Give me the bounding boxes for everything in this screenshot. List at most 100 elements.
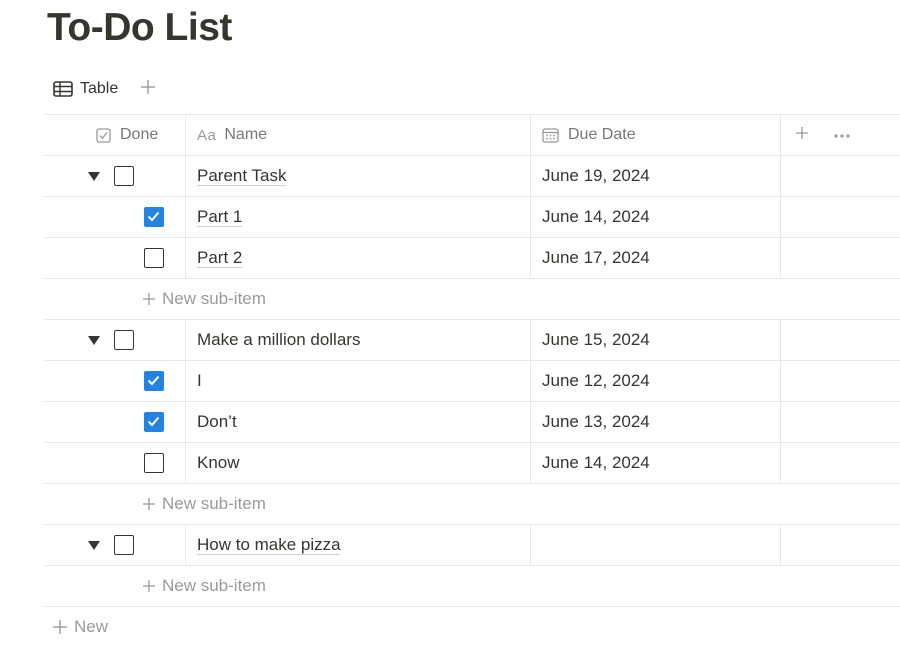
done-cell bbox=[44, 156, 185, 196]
new-sub-item-row: New sub-item bbox=[44, 278, 900, 319]
due-date: June 12, 2024 bbox=[542, 371, 650, 390]
empty-cell bbox=[780, 320, 900, 360]
done-checkbox[interactable] bbox=[144, 412, 164, 432]
due-date-cell[interactable]: June 14, 2024 bbox=[530, 197, 780, 237]
task-name[interactable]: Don’t bbox=[197, 412, 237, 432]
done-cell bbox=[44, 320, 185, 360]
done-checkbox[interactable] bbox=[144, 371, 164, 391]
calendar-icon bbox=[542, 127, 559, 143]
new-sub-item-row: New sub-item bbox=[44, 565, 900, 606]
column-label-due-date: Due Date bbox=[568, 126, 636, 143]
new-sub-item-button[interactable]: New sub-item bbox=[142, 279, 266, 319]
empty-cell bbox=[780, 402, 900, 442]
plus-icon bbox=[143, 498, 155, 510]
empty-cell bbox=[780, 525, 900, 565]
task-name[interactable]: How to make pizza bbox=[197, 535, 341, 555]
expand-toggle[interactable] bbox=[87, 169, 101, 183]
checkbox-property-icon bbox=[96, 127, 111, 143]
new-sub-item-row: New sub-item bbox=[44, 483, 900, 524]
plus-icon bbox=[143, 293, 155, 305]
tab-label: Table bbox=[80, 80, 119, 97]
triangle-down-icon bbox=[88, 336, 100, 345]
done-checkbox[interactable] bbox=[114, 330, 134, 350]
table-row[interactable]: How to make pizza bbox=[44, 524, 900, 565]
name-cell[interactable]: Don’t bbox=[185, 402, 530, 442]
name-cell[interactable]: Part 1 bbox=[185, 197, 530, 237]
due-date: June 13, 2024 bbox=[542, 412, 650, 431]
ellipsis-icon bbox=[834, 134, 850, 138]
done-cell bbox=[44, 361, 185, 401]
more-options-button[interactable] bbox=[833, 126, 851, 144]
done-cell bbox=[44, 197, 185, 237]
table-row[interactable]: Know June 14, 2024 bbox=[44, 442, 900, 483]
task-name[interactable]: I bbox=[197, 371, 202, 391]
due-date-cell[interactable]: June 15, 2024 bbox=[530, 320, 780, 360]
done-checkbox[interactable] bbox=[144, 453, 164, 473]
name-cell[interactable]: Parent Task bbox=[185, 156, 530, 196]
task-name[interactable]: Make a million dollars bbox=[197, 330, 360, 350]
name-cell[interactable]: I bbox=[185, 361, 530, 401]
table-row[interactable]: Part 2 June 17, 2024 bbox=[44, 237, 900, 278]
task-table: Done Aa Name Due Date Parent Task June 1… bbox=[44, 114, 900, 646]
table-row[interactable]: Make a million dollars June 15, 2024 bbox=[44, 319, 900, 360]
due-date-cell[interactable]: June 13, 2024 bbox=[530, 402, 780, 442]
due-date: June 17, 2024 bbox=[542, 248, 650, 267]
table-row[interactable]: I June 12, 2024 bbox=[44, 360, 900, 401]
table-row[interactable]: Don’t June 13, 2024 bbox=[44, 401, 900, 442]
new-row: New bbox=[44, 606, 900, 646]
view-tabs: Table bbox=[47, 74, 158, 104]
name-cell[interactable]: Make a million dollars bbox=[185, 320, 530, 360]
task-name[interactable]: Know bbox=[197, 453, 240, 473]
due-date: June 14, 2024 bbox=[542, 207, 650, 226]
task-name[interactable]: Part 1 bbox=[197, 207, 242, 227]
done-cell bbox=[44, 238, 185, 278]
due-date-cell[interactable]: June 19, 2024 bbox=[530, 156, 780, 196]
done-checkbox[interactable] bbox=[144, 248, 164, 268]
name-cell[interactable]: Part 2 bbox=[185, 238, 530, 278]
checkmark-icon bbox=[147, 211, 160, 222]
expand-toggle[interactable] bbox=[87, 538, 101, 552]
empty-cell bbox=[780, 443, 900, 483]
page-title: To-Do List bbox=[47, 6, 232, 49]
column-header-done[interactable]: Done bbox=[44, 115, 185, 155]
new-sub-item-label: New sub-item bbox=[162, 576, 266, 595]
table-row[interactable]: Part 1 June 14, 2024 bbox=[44, 196, 900, 237]
column-header-name[interactable]: Aa Name bbox=[185, 115, 530, 155]
task-name[interactable]: Parent Task bbox=[197, 166, 286, 186]
empty-cell bbox=[780, 156, 900, 196]
checkmark-icon bbox=[147, 375, 160, 386]
column-header-actions bbox=[780, 115, 900, 155]
due-date-cell[interactable] bbox=[530, 525, 780, 565]
table-row[interactable]: Parent Task June 19, 2024 bbox=[44, 155, 900, 196]
name-cell[interactable]: How to make pizza bbox=[185, 525, 530, 565]
name-cell[interactable]: Know bbox=[185, 443, 530, 483]
plus-icon bbox=[143, 580, 155, 592]
checkmark-icon bbox=[147, 416, 160, 427]
due-date-cell[interactable]: June 14, 2024 bbox=[530, 443, 780, 483]
due-date-cell[interactable]: June 17, 2024 bbox=[530, 238, 780, 278]
due-date: June 15, 2024 bbox=[542, 330, 650, 349]
add-property-button[interactable] bbox=[795, 126, 809, 145]
title-property-icon: Aa bbox=[197, 126, 217, 144]
new-sub-item-label: New sub-item bbox=[162, 494, 266, 513]
triangle-down-icon bbox=[88, 172, 100, 181]
empty-cell bbox=[780, 197, 900, 237]
new-row-button[interactable]: New bbox=[52, 607, 108, 646]
plus-icon bbox=[796, 126, 808, 139]
done-checkbox[interactable] bbox=[144, 207, 164, 227]
new-sub-item-button[interactable]: New sub-item bbox=[142, 484, 266, 524]
done-cell bbox=[44, 402, 185, 442]
done-cell bbox=[44, 525, 185, 565]
column-label-done: Done bbox=[120, 126, 159, 143]
column-label-name: Name bbox=[224, 126, 268, 143]
new-sub-item-button[interactable]: New sub-item bbox=[142, 566, 266, 606]
done-checkbox[interactable] bbox=[114, 166, 134, 186]
expand-toggle[interactable] bbox=[87, 333, 101, 347]
due-date-cell[interactable]: June 12, 2024 bbox=[530, 361, 780, 401]
add-view-button[interactable] bbox=[138, 79, 158, 99]
done-checkbox[interactable] bbox=[114, 535, 134, 555]
tab-table-view[interactable]: Table bbox=[47, 78, 124, 100]
triangle-down-icon bbox=[88, 541, 100, 550]
task-name[interactable]: Part 2 bbox=[197, 248, 242, 268]
column-header-due-date[interactable]: Due Date bbox=[530, 115, 780, 155]
